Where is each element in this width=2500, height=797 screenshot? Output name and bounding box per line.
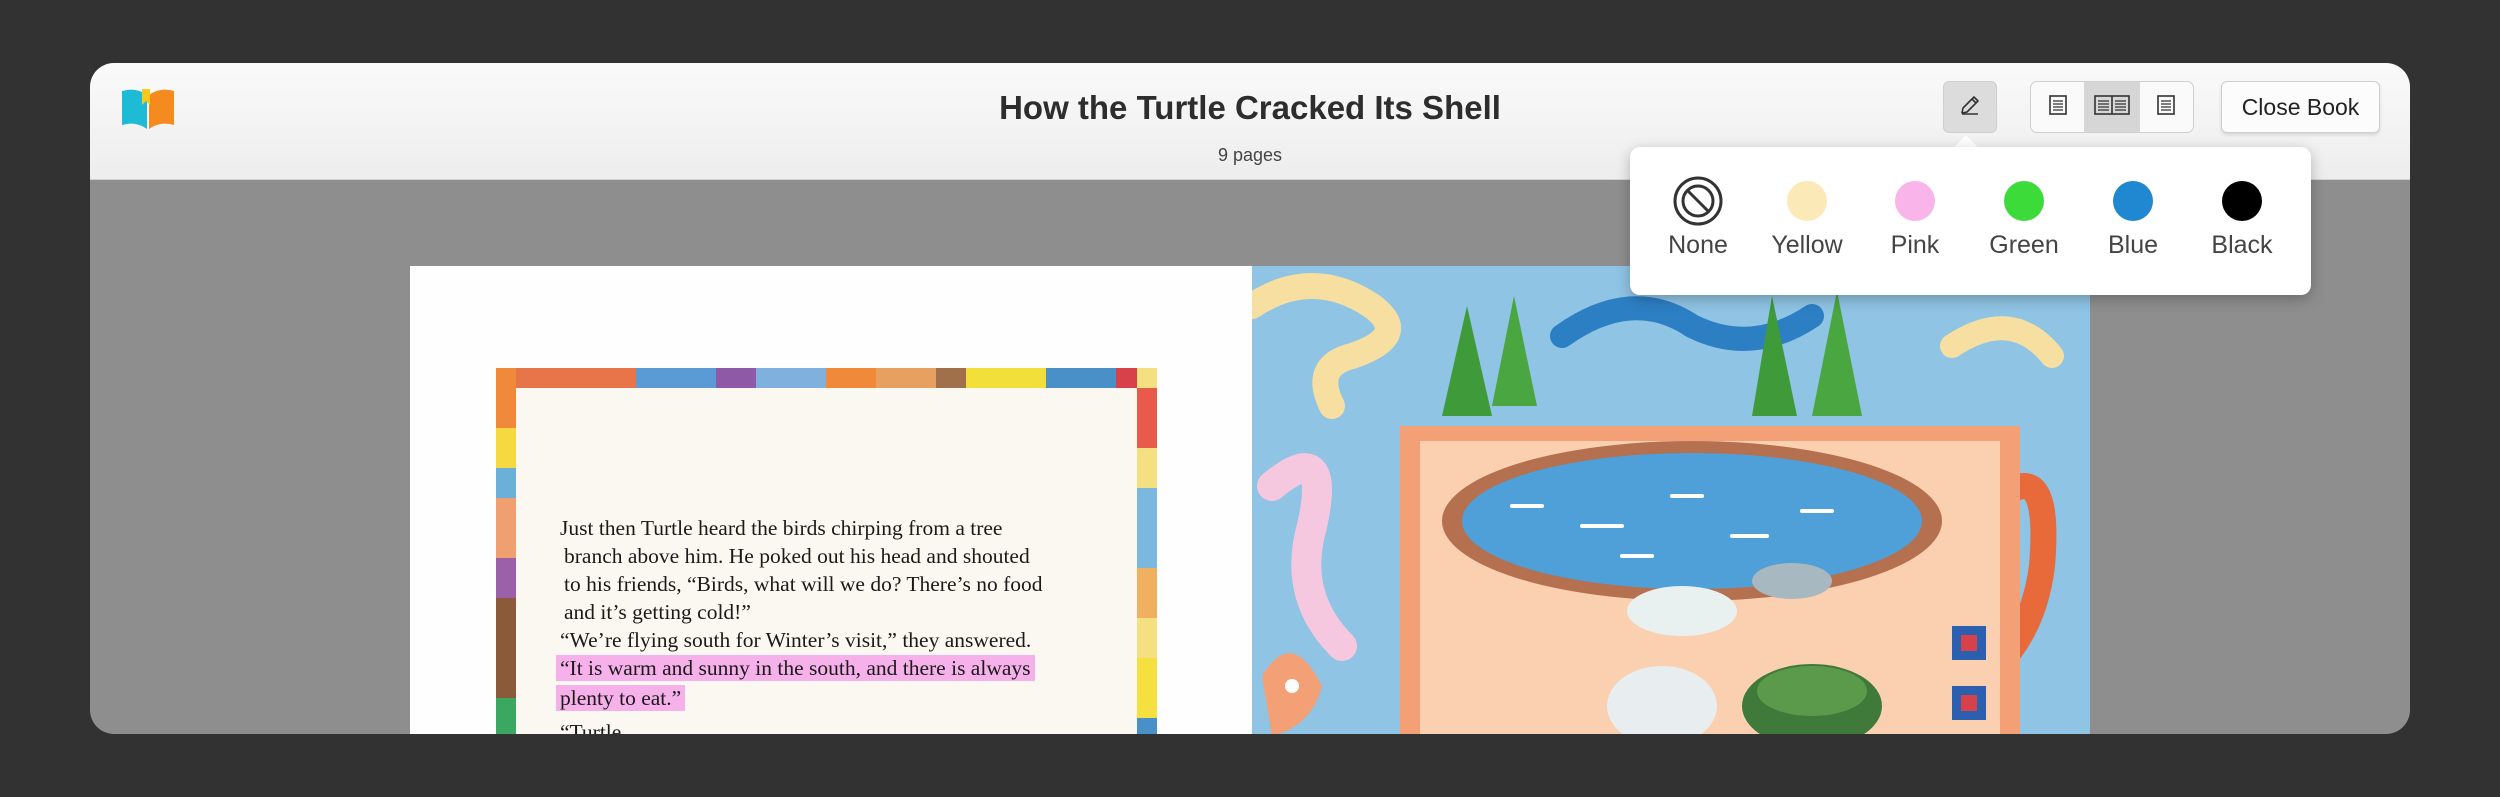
pencil-icon	[1958, 93, 1982, 122]
color-label: None	[1668, 231, 1728, 259]
scroll-view-button[interactable]	[2138, 82, 2193, 132]
highlighted-text[interactable]: plenty to eat.”	[556, 685, 686, 711]
story-line: “We’re flying south for Winter’s visit,”…	[560, 628, 1032, 652]
story-line: “Turtle	[560, 720, 622, 734]
highlight-option-blue[interactable]: Blue	[2083, 181, 2183, 260]
close-book-button[interactable]: Close Book	[2221, 81, 2380, 133]
two-page-icon	[2094, 94, 2130, 121]
highlight-option-black[interactable]: Black	[2192, 181, 2292, 260]
two-page-view-button[interactable]	[2084, 82, 2139, 132]
highlight-option-pink[interactable]: Pink	[1865, 181, 1965, 260]
color-swatch	[2004, 181, 2044, 221]
single-page-icon	[2156, 94, 2176, 121]
left-page: Just then Turtle heard the birds chirpin…	[410, 266, 1252, 734]
color-swatch	[1787, 181, 1827, 221]
color-swatch	[1895, 181, 1935, 221]
color-label: Blue	[2107, 231, 2159, 259]
illustration-page	[1252, 266, 2090, 734]
highlighted-text[interactable]: “It is warm and sunny in the south, and …	[556, 655, 1035, 681]
highlighter-button[interactable]	[1943, 81, 1997, 133]
color-swatch	[2113, 181, 2153, 221]
turtle-pond-illustration	[1252, 266, 2090, 734]
color-label: Black	[2211, 231, 2273, 259]
color-swatch	[2222, 181, 2262, 221]
highlight-option-green[interactable]: Green	[1974, 181, 2074, 260]
story-line: and it’s getting cold!”	[564, 600, 751, 624]
story-paragraph: Just then Turtle heard the birds chirpin…	[560, 514, 1130, 626]
highlight-color-picker: None Yellow Pink Green Blue Black	[1630, 147, 2311, 295]
story-paragraph: “We’re flying south for Winter’s visit,”…	[556, 626, 1130, 734]
view-mode-selector	[2030, 81, 2194, 133]
highlight-option-yellow[interactable]: Yellow	[1757, 181, 1857, 260]
color-label: Green	[1989, 231, 2059, 259]
story-line: to his friends, “Birds, what will we do?…	[564, 572, 1043, 596]
story-line: branch above him. He poked out his head …	[564, 544, 1030, 568]
color-label: Pink	[1890, 231, 1940, 259]
highlight-option-none[interactable]: None	[1648, 176, 1748, 260]
no-highlight-icon	[1673, 176, 1723, 226]
book-spread: Just then Turtle heard the birds chirpin…	[410, 266, 2090, 734]
story-line: Just then Turtle heard the birds chirpin…	[560, 516, 1003, 540]
color-label: Yellow	[1771, 231, 1843, 259]
single-page-icon	[2048, 94, 2068, 121]
single-page-view-button[interactable]	[2031, 82, 2084, 132]
